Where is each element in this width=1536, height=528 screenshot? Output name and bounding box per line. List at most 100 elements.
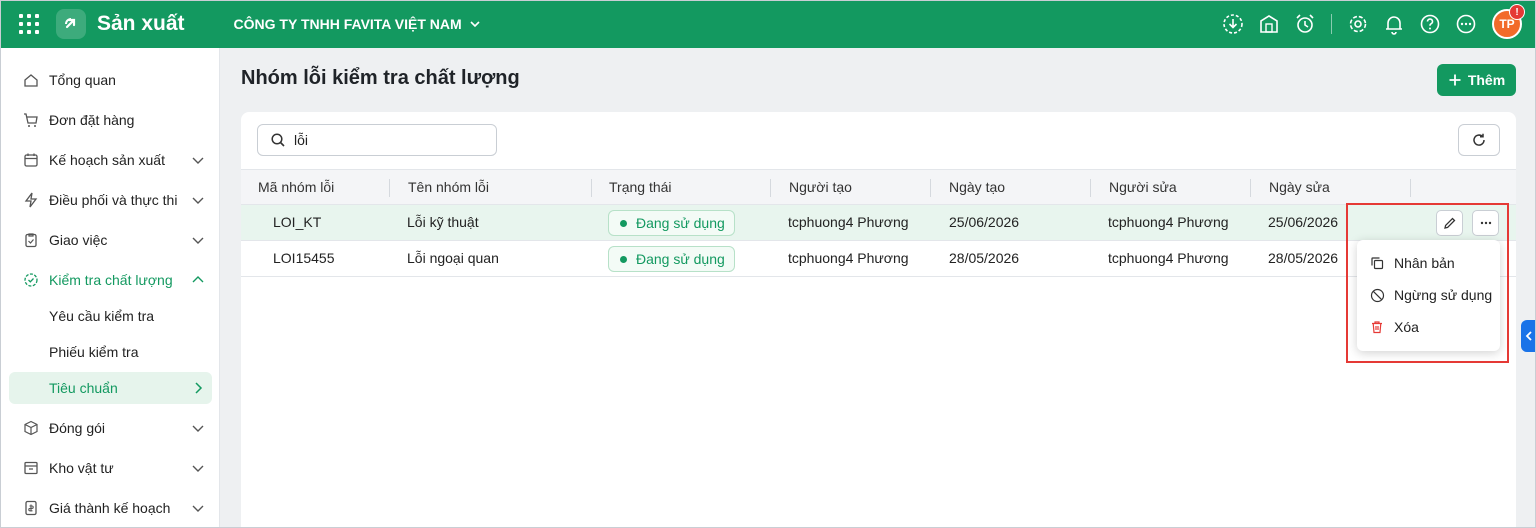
sidebar-item-packaging[interactable]: Đóng gói xyxy=(9,412,212,444)
column-separator xyxy=(1250,179,1251,197)
edit-button[interactable] xyxy=(1436,210,1463,236)
calendar-icon xyxy=(22,151,40,169)
add-button-label: Thêm xyxy=(1467,72,1506,88)
table-row[interactable]: LOI15455 Lỗi ngoại quan Đang sử dụng tcp… xyxy=(241,241,1516,277)
help-icon[interactable] xyxy=(1418,12,1442,36)
ban-icon xyxy=(1369,287,1385,303)
sidebar-item-label: Kế hoạch sản xuất xyxy=(49,152,165,168)
cell-code: LOI15455 xyxy=(273,250,335,266)
cell-edited-date: 25/06/2026 xyxy=(1268,214,1339,230)
sidebar-item-label: Phiếu kiểm tra xyxy=(49,344,139,360)
content-card: Mã nhóm lỗi Tên nhóm lỗi Trạng thái Ngườ… xyxy=(241,112,1516,528)
avatar[interactable]: TP ! xyxy=(1492,4,1525,39)
chevron-right-icon xyxy=(195,382,203,394)
column-header[interactable]: Người sửa xyxy=(1109,170,1177,204)
box-icon xyxy=(22,419,40,437)
sidebar-item-label: Đóng gói xyxy=(49,420,106,436)
cell-name: Lỗi kỹ thuật xyxy=(407,214,479,230)
cell-created-date: 28/05/2026 xyxy=(949,250,1020,266)
sidebar-item-inspection-sheet[interactable]: Phiếu kiểm tra xyxy=(9,336,212,368)
chevron-down-icon xyxy=(470,21,480,28)
sidebar-item-standards[interactable]: Tiêu chuẩn xyxy=(9,372,212,404)
trash-icon xyxy=(1369,319,1385,335)
sidebar-item-production-plan[interactable]: Kế hoạch sản xuất xyxy=(9,144,212,176)
pencil-icon xyxy=(1443,217,1455,229)
menu-item-deactivate[interactable]: Ngừng sử dụng xyxy=(1357,279,1500,311)
sidebar-item-label: Giá thành kế hoạch xyxy=(49,500,171,516)
side-panel-toggle[interactable] xyxy=(1521,320,1536,352)
notification-badge: ! xyxy=(1509,4,1525,20)
cell-code: LOI_KT xyxy=(273,214,322,230)
sidebar-item-label: Tổng quan xyxy=(49,72,116,88)
sidebar-item-orders[interactable]: Đơn đặt hàng xyxy=(9,104,212,136)
top-bar: Sản xuất CÔNG TY TNHH FAVITA VIỆT NAM TP xyxy=(0,0,1536,48)
download-icon[interactable] xyxy=(1221,12,1245,36)
chevron-left-icon xyxy=(1525,331,1532,341)
cart-icon xyxy=(22,111,40,129)
sidebar-item-dispatch[interactable]: Điều phối và thực thi xyxy=(9,184,212,216)
sidebar-item-warehouse[interactable]: Kho vật tư xyxy=(9,452,212,484)
app-title: Sản xuất xyxy=(97,12,185,35)
sidebar-item-inspection-request[interactable]: Yêu cầu kiểm tra xyxy=(9,300,212,332)
chevron-up-icon xyxy=(192,276,204,283)
search-icon xyxy=(271,133,285,147)
page-title: Nhóm lỗi kiểm tra chất lượng xyxy=(241,67,520,89)
more-icon[interactable] xyxy=(1454,12,1478,36)
column-header[interactable]: Mã nhóm lỗi xyxy=(258,170,334,204)
column-separator xyxy=(389,179,390,197)
refresh-button[interactable] xyxy=(1458,124,1500,156)
search-box[interactable] xyxy=(257,124,497,156)
company-selector[interactable]: CÔNG TY TNHH FAVITA VIỆT NAM xyxy=(234,16,481,32)
menu-item-delete[interactable]: Xóa xyxy=(1357,311,1500,343)
home-icon xyxy=(22,71,40,89)
menu-item-duplicate[interactable]: Nhân bản xyxy=(1357,247,1500,279)
chevron-down-icon xyxy=(192,157,204,164)
menu-item-label: Nhân bản xyxy=(1394,255,1455,271)
more-actions-button[interactable] xyxy=(1472,210,1499,236)
column-separator xyxy=(591,179,592,197)
chevron-down-icon xyxy=(192,465,204,472)
gear-icon[interactable] xyxy=(1346,12,1370,36)
price-icon xyxy=(22,499,40,517)
sidebar: Tổng quan Đơn đặt hàng Kế hoạch sản xuất… xyxy=(0,48,220,528)
sidebar-item-label: Kho vật tư xyxy=(49,460,114,476)
column-separator xyxy=(1410,179,1411,197)
add-button[interactable]: Thêm xyxy=(1437,64,1516,96)
sidebar-item-planned-cost[interactable]: Giá thành kế hoạch xyxy=(9,492,212,524)
ellipsis-icon xyxy=(1480,221,1491,225)
sidebar-item-label: Tiêu chuẩn xyxy=(49,380,118,396)
chevron-down-icon xyxy=(192,197,204,204)
copy-icon xyxy=(1369,255,1385,271)
building-icon[interactable] xyxy=(1257,12,1281,36)
sidebar-item-tasks[interactable]: Giao việc xyxy=(9,224,212,256)
cell-editor: tcphuong4 Phương xyxy=(1108,250,1229,266)
bell-icon[interactable] xyxy=(1382,12,1406,36)
column-header[interactable]: Người tạo xyxy=(789,170,852,204)
apps-grid-icon[interactable] xyxy=(19,14,39,34)
cell-name: Lỗi ngoại quan xyxy=(407,250,499,266)
table-header: Mã nhóm lỗi Tên nhóm lỗi Trạng thái Ngườ… xyxy=(241,169,1516,205)
column-separator xyxy=(930,179,931,197)
sidebar-item-label: Kiểm tra chất lượng xyxy=(49,272,173,288)
chevron-down-icon xyxy=(192,505,204,512)
column-header[interactable]: Ngày tạo xyxy=(949,170,1005,204)
cell-edited-date: 28/05/2026 xyxy=(1268,250,1339,266)
refresh-icon xyxy=(1473,133,1485,146)
status-badge: Đang sử dụng xyxy=(608,246,735,272)
bolt-icon xyxy=(22,191,40,209)
sidebar-item-quality-check[interactable]: Kiểm tra chất lượng xyxy=(9,264,212,296)
row-actions-menu: Nhân bản Ngừng sử dụng Xóa xyxy=(1357,240,1500,351)
column-header[interactable]: Tên nhóm lỗi xyxy=(408,170,489,204)
menu-item-label: Ngừng sử dụng xyxy=(1394,287,1493,303)
column-separator xyxy=(1090,179,1091,197)
column-header[interactable]: Trạng thái xyxy=(609,170,672,204)
menu-item-label: Xóa xyxy=(1394,319,1419,335)
chevron-down-icon xyxy=(192,425,204,432)
column-separator xyxy=(770,179,771,197)
alarm-clock-icon[interactable] xyxy=(1293,12,1317,36)
search-input[interactable] xyxy=(294,132,484,148)
sidebar-item-overview[interactable]: Tổng quan xyxy=(9,64,212,96)
table-row[interactable]: LOI_KT Lỗi kỹ thuật Đang sử dụng tcphuon… xyxy=(241,205,1516,241)
column-header[interactable]: Ngày sửa xyxy=(1269,170,1330,204)
sidebar-item-label: Giao việc xyxy=(49,232,108,248)
